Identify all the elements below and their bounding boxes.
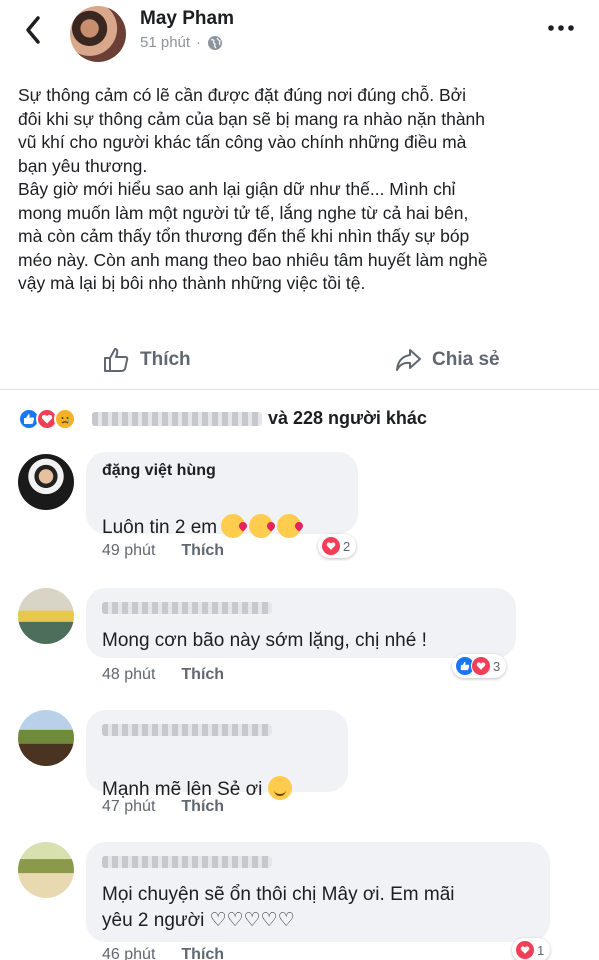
like-icon	[104, 348, 129, 372]
commenter-name-blurred[interactable]	[102, 724, 272, 736]
comment-text-content: Mạnh mẽ lên Sẻ ơi	[102, 779, 263, 800]
post-meta: 51 phút ·	[140, 34, 223, 51]
reactions-summary[interactable]: và 228 người khác	[0, 398, 599, 442]
share-button[interactable]: Chia sẻ	[394, 346, 500, 374]
comment-like-button[interactable]: Thích	[181, 946, 224, 960]
comment-bubble: Mong cơn bão này sớm lặng, chị nhé !	[86, 588, 516, 658]
more-icon[interactable]	[547, 18, 575, 38]
sad-reaction-icon	[54, 408, 76, 430]
kiss-emoji-icon	[277, 514, 302, 538]
commenter-avatar[interactable]	[18, 454, 74, 510]
post-time[interactable]: 51 phút	[140, 34, 190, 51]
comment-reactions[interactable]: 1	[512, 938, 551, 960]
comment-bubble: Mọi chuyện sẽ ổn thôi chị Mây ơi. Em mãi…	[86, 842, 550, 942]
post-actions: Thích Chia sẻ	[0, 334, 599, 390]
commenter-name-blurred[interactable]	[102, 856, 272, 868]
comment-like-button[interactable]: Thích	[181, 798, 224, 816]
meta-separator: ·	[196, 34, 202, 51]
reactions-count-text[interactable]: và 228 người khác	[268, 408, 427, 429]
comment-text: Mọi chuyện sẽ ổn thôi chị Mây ơi. Em mãi…	[102, 884, 455, 931]
comment-text: Mạnh mẽ lên Sẻ ơi	[102, 750, 332, 803]
comment-time: 47 phút	[102, 798, 156, 815]
comment-text: Mong cơn bão này sớm lặng, chị nhé !	[102, 630, 427, 651]
comment-meta: 48 phút Thích	[102, 666, 224, 684]
back-icon[interactable]	[20, 14, 48, 46]
reaction-count: 3	[493, 658, 501, 674]
blurred-names	[92, 412, 262, 426]
commenter-avatar[interactable]	[18, 588, 74, 644]
love-reaction-icon	[321, 536, 341, 556]
comment-like-button[interactable]: Thích	[181, 542, 224, 560]
comment-reactions[interactable]: 3	[452, 654, 507, 678]
commenter-avatar[interactable]	[18, 842, 74, 898]
comment-bubble: Mạnh mẽ lên Sẻ ơi	[86, 710, 348, 800]
author-name[interactable]: May Pham	[140, 8, 234, 30]
reaction-count: 1	[537, 942, 545, 958]
comment-text: Luôn tin 2 em	[102, 488, 342, 541]
reaction-icons	[18, 408, 76, 430]
comment-time: 49 phút	[102, 542, 156, 559]
love-reaction-icon	[471, 656, 491, 676]
like-label: Thích	[140, 349, 191, 370]
comment-bubble: đặng việt hùng Luôn tin 2 em	[86, 452, 358, 538]
comment-meta: 47 phút Thích	[102, 798, 224, 816]
commenter-avatar[interactable]	[18, 710, 74, 766]
love-reaction-icon	[515, 940, 535, 960]
comment-text-content: Luôn tin 2 em	[102, 517, 218, 538]
comment-time: 46 phút	[102, 946, 156, 960]
share-label: Chia sẻ	[432, 349, 500, 370]
comment-time: 48 phút	[102, 666, 156, 683]
globe-icon	[208, 35, 223, 50]
share-icon	[396, 349, 421, 371]
like-button[interactable]: Thích	[102, 346, 191, 374]
kiss-emoji-icon	[249, 514, 274, 538]
smile-emoji-icon	[268, 776, 293, 800]
post-header: May Pham 51 phút ·	[0, 0, 599, 72]
comment-reactions[interactable]: 2	[318, 534, 357, 558]
comment-like-button[interactable]: Thích	[181, 666, 224, 684]
comment-meta: 49 phút Thích	[102, 542, 224, 560]
commenter-name-blurred[interactable]	[102, 602, 272, 614]
reaction-count: 2	[343, 538, 351, 554]
commenter-name[interactable]: đặng việt hùng	[102, 462, 342, 480]
kiss-emoji-icon	[221, 514, 246, 538]
post-text: Sự thông cảm có lẽ cần được đặt đúng nơi…	[18, 85, 488, 293]
comment-meta: 46 phút Thích	[102, 946, 224, 960]
author-avatar[interactable]	[70, 6, 126, 62]
